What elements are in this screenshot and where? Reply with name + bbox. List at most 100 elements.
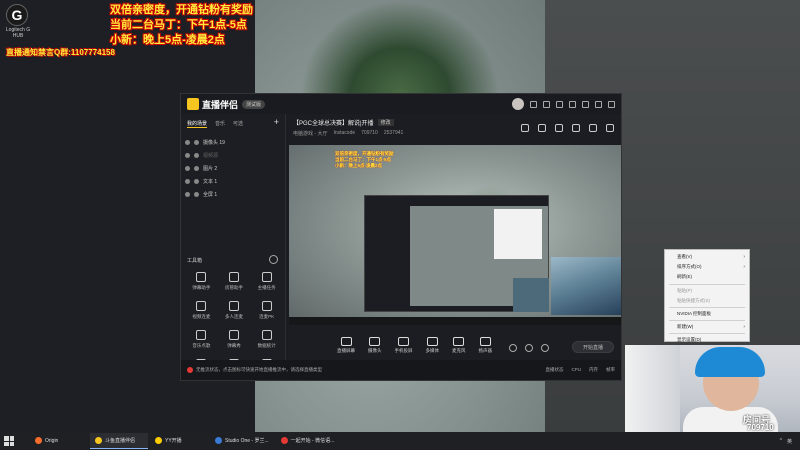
taskbar-item-douyu[interactable]: 斗鱼直播伴侣 [90, 433, 148, 449]
lock-icon[interactable] [194, 153, 199, 158]
menu-item-new[interactable]: 新建(W) › [665, 322, 749, 332]
tool-video-link[interactable]: 视频连麦 [185, 301, 218, 320]
scene-label: 视频源 [203, 153, 219, 159]
visibility-icon[interactable] [185, 140, 190, 145]
edit-title-button[interactable]: 修改 [377, 119, 394, 126]
visibility-icon[interactable] [185, 192, 190, 197]
tool-multi-link[interactable]: 多人连麦 [218, 301, 251, 320]
main-area: 【PGC全球总决赛】解说|开播 修改 电脑游戏 - 大厅 Instacode 7… [287, 114, 622, 362]
copy-icon[interactable] [572, 124, 580, 132]
menu-item-view[interactable]: 查看(V) › [665, 252, 749, 262]
taskbar-item-origin[interactable]: Origin [30, 433, 88, 449]
tool-tasks[interactable]: 主播任务 [250, 272, 283, 291]
stream-preview[interactable]: 双倍亲密度，开通钻粉有奖励 当前二台马丁：下午1点-5点 小新：晚上5点-凌晨2… [289, 145, 621, 325]
scene-item[interactable]: 图片 2 [185, 162, 281, 175]
video-link-icon [196, 301, 207, 311]
menu-item-paste[interactable]: 粘贴(P) [665, 286, 749, 296]
menu-item-sort[interactable]: 排序方式(O) › [665, 262, 749, 272]
bell-icon[interactable] [589, 124, 597, 132]
tool-pk[interactable]: 连麦PK [250, 301, 283, 320]
menu-item-nvidia[interactable]: NVIDIA 控制面板 [665, 309, 749, 319]
plant-image [300, 0, 500, 95]
status-bar: 无推流状态，点击图标可快速开始直播推流中，请选择直播类型 直播状态 CPU 内存… [181, 360, 621, 380]
promo-overlay: 双倍亲密度，开通钻粉有奖励 当前二台马丁：下午1点-5点 小新：晚上5点-凌晨2… [110, 3, 253, 48]
tab-optional[interactable]: 可选 [233, 120, 243, 128]
share-icon[interactable] [606, 124, 614, 132]
speaker-button[interactable]: 扬声器 [479, 337, 492, 354]
windows-start-icon[interactable] [4, 436, 14, 446]
scene-item[interactable]: 视频源 [185, 149, 281, 162]
visibility-icon[interactable] [185, 153, 190, 158]
lock-icon[interactable] [194, 179, 199, 184]
gift-box-icon[interactable] [521, 124, 529, 132]
settings-icon[interactable] [556, 100, 563, 108]
home-icon[interactable] [555, 124, 563, 132]
tool-stats[interactable]: 数据统计 [250, 330, 283, 349]
media-source-button[interactable]: 多媒体 [426, 337, 439, 354]
visibility-icon[interactable] [185, 166, 190, 171]
streaming-app-window: 直播伴侣 测试版 我的场景 音乐 可选 + 摄像头 19 视频源 图片 2 文本… [180, 93, 622, 381]
logitech-label: Logitech G HUB [5, 27, 31, 39]
tab-music[interactable]: 音乐 [215, 120, 225, 128]
menu-item-paste-shortcut[interactable]: 粘贴快捷方式(S) [665, 296, 749, 306]
menu-item-refresh[interactable]: 刷新(E) [665, 272, 749, 282]
tools-more-icon[interactable] [269, 255, 278, 264]
layout-icon[interactable] [541, 344, 549, 352]
preview-webcam [551, 257, 621, 315]
extra-controls [509, 344, 549, 352]
tool-room-admin[interactable]: 房管助手 [218, 272, 251, 291]
visibility-icon[interactable] [185, 179, 190, 184]
stats-icon [261, 330, 272, 340]
tray-chevron-icon[interactable]: ^ [780, 438, 782, 444]
message-icon[interactable] [530, 100, 537, 108]
scene-list: 摄像头 19 视频源 图片 2 文本 1 全屏 1 [181, 134, 285, 203]
microphone-button[interactable]: 麦克风 [452, 337, 466, 354]
tool-music[interactable]: 音乐点歌 [185, 330, 218, 349]
taskbar-item-yy[interactable]: YY开播 [150, 433, 208, 449]
lock-icon[interactable] [194, 166, 199, 171]
stream-header: 【PGC全球总决赛】解说|开播 修改 电脑游戏 - 大厅 Instacode 7… [287, 114, 622, 140]
phone-icon [398, 337, 409, 346]
maximize-icon[interactable] [595, 100, 602, 108]
settings-gear-icon[interactable] [525, 344, 533, 352]
user-avatar[interactable] [512, 98, 524, 110]
start-stream-button[interactable]: 开始直播 [572, 341, 614, 353]
scene-item[interactable]: 文本 1 [185, 175, 281, 188]
logitech-icon[interactable]: G [6, 4, 28, 26]
tool-danmu[interactable]: 弹幕助手 [185, 272, 218, 291]
phone-cast-button[interactable]: 手机投屏 [395, 337, 413, 354]
qq-notice: 直播通知禁言Q群:1107774158 [6, 48, 115, 57]
scene-label: 全屏 1 [203, 192, 218, 198]
microphone-icon [453, 337, 465, 346]
stream-title[interactable]: 【PGC全球总决赛】解说|开播 [293, 118, 374, 127]
stream-mode: Instacode [333, 130, 356, 136]
taskbar-item-wechat[interactable]: 一起开始 - 微信语... [276, 433, 340, 449]
menu-icon[interactable] [569, 100, 576, 108]
minimize-icon[interactable] [582, 100, 589, 108]
lock-icon[interactable] [538, 124, 546, 132]
tab-my-scenes[interactable]: 我的场景 [187, 120, 208, 128]
scene-item[interactable]: 摄像头 19 [185, 136, 281, 149]
camera-icon [369, 337, 381, 346]
screen-source-button[interactable]: 直播屏幕 [337, 337, 355, 354]
scene-item[interactable]: 全屏 1 [185, 188, 281, 201]
skin-icon[interactable] [543, 100, 550, 108]
taskbar-item-studio-one[interactable]: Studio One - 罗兰... [210, 433, 274, 449]
camera-source-button[interactable]: 摄像头 [368, 337, 382, 354]
stream-category[interactable]: 电脑游戏 - 大厅 [293, 130, 327, 137]
lock-icon[interactable] [194, 140, 199, 145]
add-scene-icon[interactable]: + [274, 118, 279, 128]
webcam-room-number: 709710 [747, 423, 774, 432]
close-icon[interactable] [608, 100, 615, 108]
menu-separator [669, 320, 745, 322]
input-language[interactable]: 英 [787, 438, 792, 445]
multi-link-icon [228, 301, 239, 311]
submenu-arrow-icon: › [743, 254, 745, 260]
promo-line-2: 当前二台马丁：下午1点-5点 [110, 19, 247, 31]
pk-icon [261, 301, 272, 311]
record-icon[interactable] [509, 344, 517, 352]
tool-danmu-show[interactable]: 弹幕秀 [218, 330, 251, 349]
menu-item-display[interactable]: 显示设置(D) [665, 335, 749, 345]
warning-icon [187, 367, 193, 373]
lock-icon[interactable] [194, 192, 199, 197]
